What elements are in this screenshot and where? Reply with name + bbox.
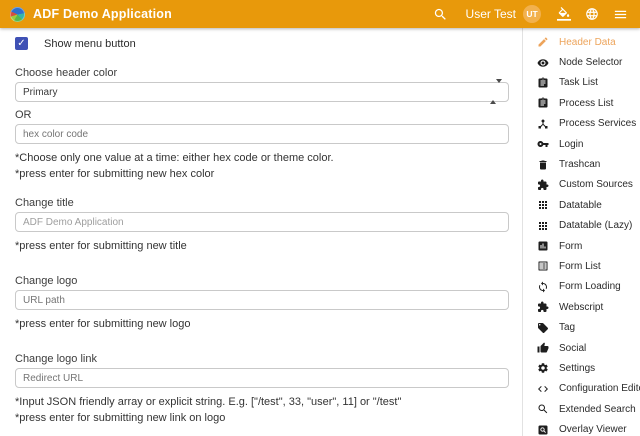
sidebar-item-label: Process Services xyxy=(559,118,636,129)
search-icon xyxy=(537,403,549,415)
list-alt-icon xyxy=(537,260,549,272)
sidebar-item-label: Form xyxy=(559,241,582,252)
puzzle-icon xyxy=(537,179,549,191)
clipboard-icon xyxy=(537,97,549,109)
sidebar-item-settings[interactable]: Settings xyxy=(523,358,640,378)
app-title: ADF Demo Application xyxy=(33,7,172,21)
sidebar-item-label: Trashcan xyxy=(559,159,600,170)
sidebar-item-social[interactable]: Social xyxy=(523,338,640,358)
sidebar-item-process-services[interactable]: Process Services xyxy=(523,114,640,134)
sidebar-item-tag[interactable]: Tag xyxy=(523,317,640,337)
app-header: ADF Demo Application User Test UT xyxy=(0,0,640,28)
sidebar-item-process-list[interactable]: Process List xyxy=(523,93,640,113)
header-color-select[interactable]: Primary xyxy=(15,82,509,102)
note-logo: *press enter for submitting new logo xyxy=(15,318,509,330)
sidebar-item-label: Form List xyxy=(559,261,601,272)
puzzle-icon xyxy=(537,301,549,313)
sidebar-item-configuration-editor[interactable]: Configuration Editor xyxy=(523,379,640,399)
user-menu[interactable]: User Test UT xyxy=(466,5,541,23)
globe-icon[interactable] xyxy=(585,7,599,21)
note-json: *Input JSON friendly array or explicit s… xyxy=(15,396,509,408)
header-actions: User Test UT xyxy=(433,5,628,23)
clipboard-icon xyxy=(537,77,549,89)
sidebar-item-label: Login xyxy=(559,139,583,150)
select-spinner-icon xyxy=(490,83,502,101)
sidebar-item-datatable-lazy[interactable]: Datatable (Lazy) xyxy=(523,216,640,236)
sidebar-item-login[interactable]: Login xyxy=(523,134,640,154)
sidebar-item-custom-sources[interactable]: Custom Sources xyxy=(523,175,640,195)
note-one-value: *Choose only one value at a time: either… xyxy=(15,152,509,164)
show-menu-checkbox[interactable]: ✓ xyxy=(15,37,28,50)
sidebar-item-label: Task List xyxy=(559,77,598,88)
header-data-form: ✓ Show menu button Choose header color P… xyxy=(0,28,522,436)
code-icon xyxy=(537,383,549,395)
trash-icon xyxy=(537,159,549,171)
format-color-fill-icon[interactable] xyxy=(557,7,571,21)
hub-icon xyxy=(537,118,549,130)
note-title: *press enter for submitting new title xyxy=(15,240,509,252)
header-color-selected-value: Primary xyxy=(23,87,57,98)
chart-icon xyxy=(537,240,549,252)
sidebar-item-overlay-viewer[interactable]: Overlay Viewer xyxy=(523,419,640,436)
edit-icon xyxy=(537,36,549,48)
sidebar-item-label: Form Loading xyxy=(559,281,621,292)
sidebar-item-form[interactable]: Form xyxy=(523,236,640,256)
sidebar-item-node-selector[interactable]: Node Selector xyxy=(523,52,640,72)
show-menu-checkbox-row[interactable]: ✓ Show menu button xyxy=(15,37,509,50)
sidebar-item-trashcan[interactable]: Trashcan xyxy=(523,154,640,174)
sidebar-item-datatable[interactable]: Datatable xyxy=(523,195,640,215)
sidebar-item-extended-search[interactable]: Extended Search xyxy=(523,399,640,419)
app-logo-icon[interactable] xyxy=(10,7,25,22)
gear-icon xyxy=(537,362,549,374)
or-label: OR xyxy=(15,109,509,121)
image-search-icon xyxy=(537,424,549,436)
sidebar-item-form-list[interactable]: Form List xyxy=(523,256,640,276)
sidebar-item-label: Custom Sources xyxy=(559,179,633,190)
show-menu-label: Show menu button xyxy=(44,38,136,50)
key-icon xyxy=(537,138,549,150)
sidebar-item-header-data[interactable]: Header Data xyxy=(523,32,640,52)
sidebar-item-label: Settings xyxy=(559,363,595,374)
eye-icon xyxy=(537,57,549,69)
change-logo-label: Change logo xyxy=(15,275,509,287)
sidebar-item-label: Node Selector xyxy=(559,57,622,68)
sidebar-item-label: Datatable xyxy=(559,200,602,211)
sidebar-item-label: Tag xyxy=(559,322,575,333)
note-link: *press enter for submitting new link on … xyxy=(15,412,509,424)
sidebar-item-task-list[interactable]: Task List xyxy=(523,73,640,93)
user-name: User Test xyxy=(466,7,516,21)
sidebar-item-label: Webscript xyxy=(559,302,603,313)
change-logo-link-label: Change logo link xyxy=(15,353,509,365)
hamburger-menu-icon[interactable] xyxy=(613,7,628,22)
right-sidebar-nav: Header Data Node Selector Task List Proc… xyxy=(522,28,640,436)
choose-header-color-label: Choose header color xyxy=(15,67,509,79)
avatar: UT xyxy=(523,5,541,23)
sidebar-item-label: Configuration Editor xyxy=(559,383,640,394)
hex-color-input[interactable] xyxy=(15,124,509,144)
sidebar-item-label: Extended Search xyxy=(559,404,636,415)
title-input[interactable] xyxy=(15,212,509,232)
sidebar-item-label: Overlay Viewer xyxy=(559,424,627,435)
logo-url-input[interactable] xyxy=(15,290,509,310)
sidebar-item-webscript[interactable]: Webscript xyxy=(523,297,640,317)
sidebar-item-form-loading[interactable]: Form Loading xyxy=(523,277,640,297)
sync-icon xyxy=(537,281,549,293)
sidebar-item-label: Datatable (Lazy) xyxy=(559,220,632,231)
grid-icon xyxy=(537,199,549,211)
change-title-label: Change title xyxy=(15,197,509,209)
note-hex: *press enter for submitting new hex colo… xyxy=(15,168,509,180)
thumb-up-icon xyxy=(537,342,549,354)
grid-icon xyxy=(537,220,549,232)
sidebar-item-label: Social xyxy=(559,343,586,354)
sidebar-item-label: Process List xyxy=(559,98,613,109)
sidebar-item-label: Header Data xyxy=(559,37,616,48)
search-icon[interactable] xyxy=(433,7,448,22)
tag-icon xyxy=(537,322,549,334)
logo-link-input[interactable] xyxy=(15,368,509,388)
